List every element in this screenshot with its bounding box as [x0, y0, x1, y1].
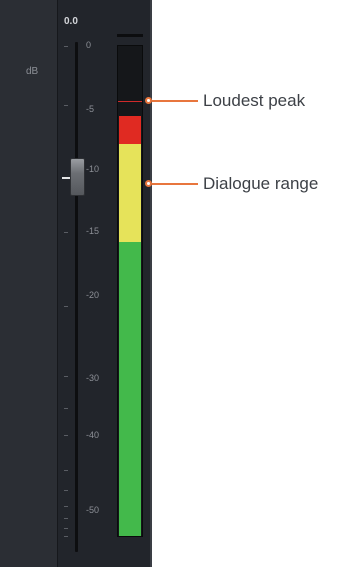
scale-label-minus-50: -50 — [86, 505, 100, 515]
fader-tick — [64, 376, 68, 377]
peak-hold-marker — [118, 101, 142, 102]
fader-tick — [64, 506, 68, 507]
loudest-peak-pointer — [152, 100, 198, 102]
fader-track[interactable] — [75, 42, 78, 552]
fader-tick — [64, 232, 68, 233]
fader-position-marker — [62, 177, 70, 179]
scale-label-minus-5: -5 — [86, 104, 95, 114]
level-meter — [117, 45, 143, 537]
fader-tick — [64, 435, 68, 436]
dialogue-range-dot — [145, 180, 152, 187]
scale-label-minus-20: -20 — [86, 290, 100, 300]
fader-tick — [64, 46, 68, 47]
loudest-peak-label: Loudest peak — [203, 91, 306, 110]
fader-tick — [64, 536, 68, 537]
meter-clip-indicator — [117, 34, 143, 37]
panel-edge — [150, 0, 152, 567]
scale-label-minus-40: -40 — [86, 430, 100, 440]
dialogue-range-label: Dialogue range — [203, 174, 319, 193]
fader-tick — [64, 408, 68, 409]
fader-tick — [64, 528, 68, 529]
loudest-peak-dot — [145, 97, 152, 104]
dialogue-range-pointer — [152, 183, 198, 185]
scale-label-minus-10: -10 — [86, 164, 100, 174]
scale-label-0: 0 — [86, 40, 92, 50]
meter-segment-yellow — [119, 144, 141, 242]
fader-tick — [64, 490, 68, 491]
fader-handle[interactable] — [70, 158, 85, 196]
db-unit-label: dB — [26, 66, 39, 77]
fader-tick — [64, 518, 68, 519]
audio-meter-panel: 0.0 dB 0 -5 -10 -15 -20 -30 -40 -50 — [0, 0, 152, 567]
meter-segment-green — [119, 242, 141, 536]
level-readout: 0.0 — [64, 16, 78, 27]
fader-tick — [64, 306, 68, 307]
fader-column — [0, 0, 57, 567]
meter-segment-red — [119, 116, 141, 144]
fader-tick — [64, 470, 68, 471]
scale-label-minus-30: -30 — [86, 373, 100, 383]
scale-label-minus-15: -15 — [86, 226, 100, 236]
column-divider — [57, 0, 58, 567]
fader-tick — [64, 105, 68, 106]
